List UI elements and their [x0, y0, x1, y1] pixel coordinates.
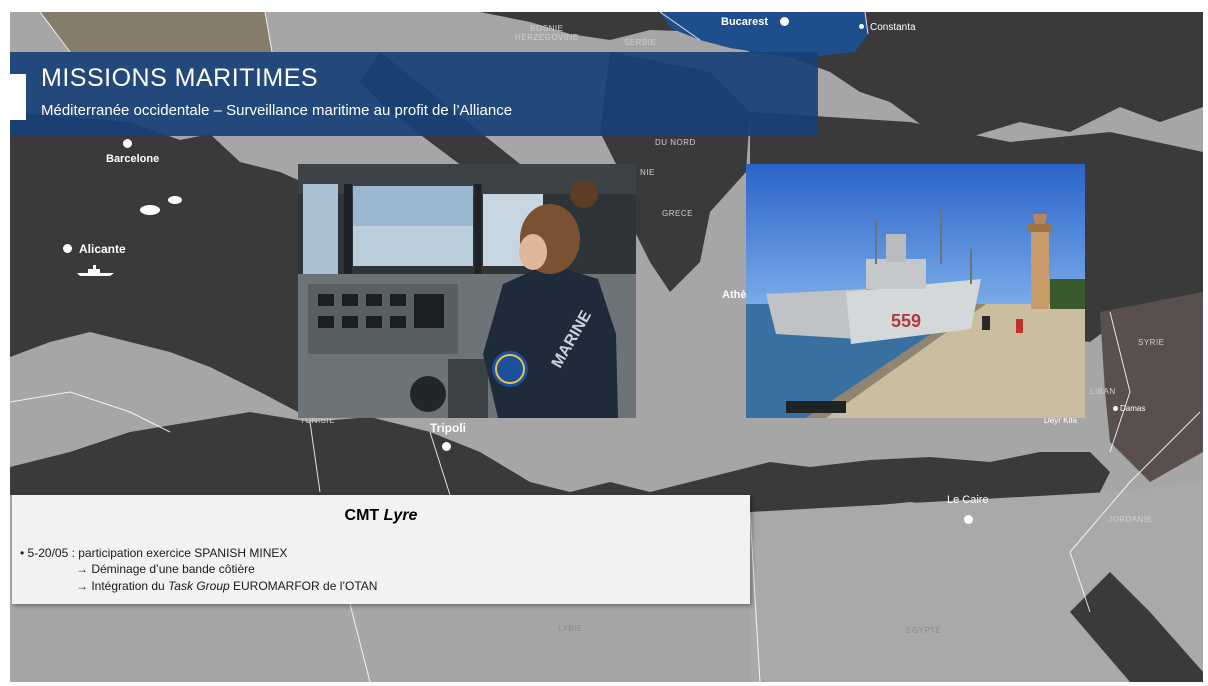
slide-subtitle: Méditerranée occidentale – Surveillance …	[41, 102, 513, 119]
title-banner: MISSIONS MARITIMES Méditerranée occident…	[10, 52, 818, 136]
info-line-3-pre: Intégration du	[91, 579, 165, 593]
country-label-libye: LYBIE	[558, 624, 583, 633]
city-label-le-caire: Le Caire	[947, 494, 989, 506]
minehunter-ship-icon	[77, 265, 114, 276]
city-label-damas: Damas	[1120, 404, 1146, 413]
land-beige	[40, 12, 272, 52]
country-label-liban: LIBAN	[1090, 387, 1116, 396]
info-line-1-text: 5-20/05 : participation exercice SPANISH…	[27, 546, 288, 560]
city-dot-bucarest	[780, 17, 789, 26]
country-label-syrie: SYRIE	[1138, 338, 1165, 347]
slide: Bucarest Constanta BOSNIE HERZEGOVINE SER…	[10, 12, 1203, 682]
info-box: CMT Lyre • 5-20/05 : participation exerc…	[12, 495, 750, 604]
city-dot-barcelone	[123, 139, 132, 148]
city-label-tripoli: Tripoli	[430, 421, 466, 435]
arrow-icon: →	[76, 562, 88, 576]
info-box-title: CMT Lyre	[12, 507, 750, 525]
country-label-jordanie: JORDANIE	[1108, 515, 1153, 524]
info-box-title-prefix: CMT	[344, 507, 380, 524]
info-box-title-name: Lyre	[383, 507, 418, 524]
city-label-alicante: Alicante	[79, 242, 126, 256]
country-label-grece: GRECE	[662, 209, 693, 218]
city-label-barcelone: Barcelone	[106, 153, 160, 165]
info-line-3: → Intégration du Task Group EUROMARFOR d…	[76, 579, 377, 593]
city-label-constanta: Constanta	[870, 22, 916, 33]
city-label-athenes: Athè	[722, 289, 747, 301]
city-dot-damas	[1113, 406, 1118, 411]
slide-title: MISSIONS MARITIMES	[41, 64, 319, 92]
balearic-island-2	[168, 196, 182, 204]
ship-bridge-photo: MARINE	[298, 164, 636, 418]
bullet: •	[20, 546, 25, 560]
info-line-2: → Déminage d’une bande côtière	[76, 562, 255, 576]
info-line-1: • 5-20/05 : participation exercice SPANI…	[20, 546, 287, 560]
banner-accent-bar	[10, 74, 26, 120]
city-dot-constanta	[859, 24, 864, 29]
city-dot-tripoli	[442, 442, 451, 451]
country-label-bosnie: BOSNIE HERZEGOVINE	[515, 24, 579, 42]
info-line-3-post: EUROMARFOR de l’OTAN	[233, 579, 378, 593]
country-label-egypte: EGYPTE	[906, 626, 942, 635]
balearic-island	[140, 205, 160, 215]
svg-text:559: 559	[891, 311, 921, 331]
country-label-du-nord: DU NORD	[655, 138, 696, 147]
city-dot-alicante	[63, 244, 72, 253]
info-line-3-italic: Task Group	[168, 579, 230, 593]
country-label-serbie: SERBIE	[624, 38, 657, 47]
arrow-icon: →	[76, 579, 88, 593]
city-dot-le-caire	[964, 515, 973, 524]
info-line-2-text: Déminage d’une bande côtière	[91, 562, 255, 576]
harbor-minehunters-photo: 559	[746, 164, 1085, 418]
city-label-bucarest: Bucarest	[721, 16, 769, 28]
country-label-nie: NIE	[640, 168, 655, 177]
